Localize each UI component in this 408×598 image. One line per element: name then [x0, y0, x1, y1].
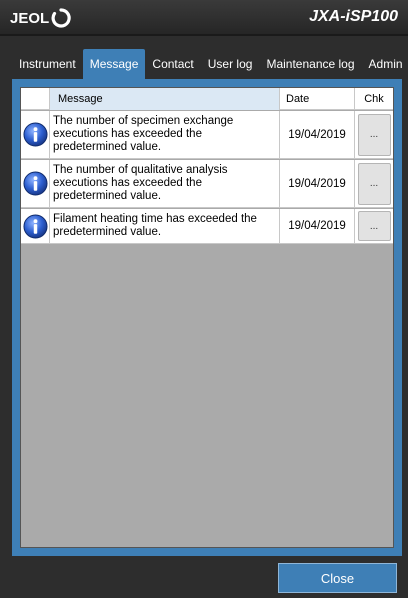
- tab-maintenance-log[interactable]: Maintenance log: [259, 49, 361, 79]
- jeol-logo: JEOL: [10, 7, 71, 29]
- check-button[interactable]: ...: [357, 113, 391, 156]
- table-row[interactable]: Filament heating time has exceeded the p…: [21, 209, 393, 244]
- tab-user-log[interactable]: User log: [201, 49, 260, 79]
- tab-admin[interactable]: Admin: [362, 49, 408, 79]
- message-grid: Message Date Chk The number of specimen …: [20, 87, 394, 548]
- grid-header: Message Date Chk: [21, 88, 393, 110]
- row-icon-cell: [21, 160, 49, 207]
- table-row[interactable]: The number of specimen exchange executio…: [21, 111, 393, 159]
- column-header-message[interactable]: Message: [49, 88, 279, 110]
- row-chk-cell: ...: [354, 111, 393, 158]
- logo-text: JEOL: [10, 9, 50, 27]
- tab-message[interactable]: Message: [82, 49, 146, 79]
- check-button[interactable]: ...: [357, 162, 391, 205]
- row-chk-cell: ...: [354, 160, 393, 207]
- row-icon-cell: [21, 209, 49, 243]
- tab-contact[interactable]: Contact: [145, 49, 200, 79]
- table-row[interactable]: The number of qualitative analysis execu…: [21, 160, 393, 208]
- column-header-date[interactable]: Date: [279, 88, 354, 110]
- row-message: Filament heating time has exceeded the p…: [49, 209, 279, 243]
- row-message: The number of specimen exchange executio…: [49, 111, 279, 158]
- check-button[interactable]: ...: [357, 211, 391, 241]
- tab-bar: Instrument Message Contact User log Main…: [12, 49, 408, 79]
- title-bar: JEOL JXA-iSP100: [0, 0, 408, 36]
- header-icon-column: [21, 88, 49, 110]
- row-chk-cell: ...: [354, 209, 393, 243]
- logo-mark-icon: [51, 8, 71, 28]
- close-button[interactable]: Close: [278, 563, 397, 593]
- row-message: The number of qualitative analysis execu…: [49, 160, 279, 207]
- row-date: 19/04/2019: [279, 209, 354, 243]
- row-date: 19/04/2019: [279, 160, 354, 207]
- info-icon: [22, 122, 48, 147]
- product-name: JXA-iSP100: [309, 8, 398, 25]
- column-header-chk[interactable]: Chk: [354, 88, 393, 110]
- row-date: 19/04/2019: [279, 111, 354, 158]
- info-icon: [22, 213, 48, 239]
- row-icon-cell: [21, 111, 49, 158]
- info-icon: [22, 171, 48, 196]
- tab-instrument[interactable]: Instrument: [12, 49, 83, 79]
- message-panel: Message Date Chk The number of specimen …: [12, 79, 402, 556]
